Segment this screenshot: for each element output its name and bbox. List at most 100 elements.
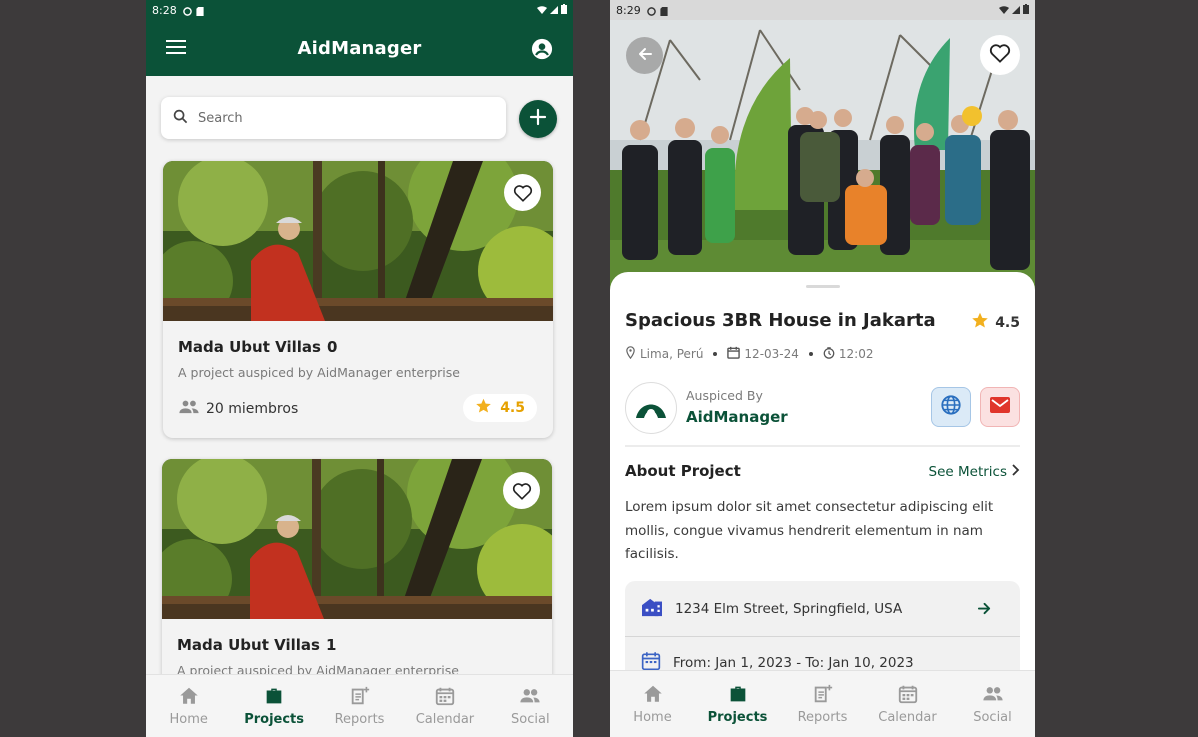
add-project-button[interactable] — [519, 100, 557, 138]
search-bar[interactable] — [161, 97, 506, 139]
sd-card-icon — [660, 6, 669, 16]
signal-icon — [550, 4, 558, 17]
rating-value: 4.5 — [995, 314, 1020, 331]
nav-home-label: Home — [169, 712, 208, 727]
calendar-icon — [435, 687, 455, 706]
projects-list-screen: 8:28 AidManager Search Mada Ubut Villas … — [146, 0, 573, 737]
report-icon — [351, 686, 369, 705]
about-title: About Project — [625, 462, 741, 480]
nav-home[interactable]: Home — [146, 675, 231, 737]
people-icon — [520, 689, 540, 703]
signal-icon — [1012, 4, 1020, 17]
bottom-navigation: Home Projects Reports Calendar Social — [146, 674, 573, 737]
sd-card-icon — [196, 6, 205, 16]
project-image — [163, 161, 553, 321]
nav-social[interactable]: Social — [488, 675, 573, 737]
status-bar: 8:28 — [146, 0, 573, 20]
buildings-icon — [641, 597, 675, 621]
bottom-navigation: Home Projects Reports Calendar Social — [610, 670, 1035, 737]
nav-projects[interactable]: Projects — [695, 671, 780, 737]
favorite-button[interactable] — [504, 174, 541, 211]
account-icon[interactable] — [531, 38, 553, 60]
status-time: 8:28 — [152, 3, 177, 17]
battery-icon — [1023, 3, 1029, 17]
nav-calendar[interactable]: Calendar — [865, 671, 950, 737]
see-metrics-link[interactable]: See Metrics — [929, 464, 1020, 480]
favorite-button[interactable] — [503, 472, 540, 509]
menu-icon[interactable] — [166, 40, 186, 55]
search-icon — [173, 109, 188, 128]
address-text: 1234 Elm Street, Springfield, USA — [675, 601, 903, 617]
project-hero-image — [610, 20, 1035, 290]
project-detail-screen: 8:29 Spacious 3BR House in Jakarta 4.5 L… — [610, 0, 1035, 737]
website-button[interactable] — [931, 387, 971, 427]
nav-social-label: Social — [511, 712, 550, 727]
app-title: AidManager — [297, 37, 422, 59]
card-index: 1 — [325, 636, 337, 654]
project-card[interactable]: Mada Ubut Villas 0 A project auspiced by … — [163, 161, 553, 438]
star-icon — [971, 312, 989, 333]
nav-projects-label: Projects — [244, 712, 305, 727]
status-time: 8:29 — [616, 3, 641, 17]
plus-icon — [529, 108, 547, 130]
nav-social[interactable]: Social — [950, 671, 1035, 737]
nav-home-label: Home — [633, 710, 672, 725]
nav-reports[interactable]: Reports — [317, 675, 402, 737]
project-location: Lima, Perú — [640, 347, 704, 361]
briefcase-icon — [730, 686, 745, 702]
nav-projects-label: Projects — [707, 710, 768, 725]
nav-home[interactable]: Home — [610, 671, 695, 737]
address-row[interactable]: 1234 Elm Street, Springfield, USA — [625, 583, 1020, 635]
people-icon — [178, 400, 206, 418]
sponsor-label: Auspiced By — [686, 388, 763, 403]
project-meta: Lima, Perú 12-03-24 12:02 — [625, 346, 873, 362]
home-icon — [643, 685, 662, 702]
rating-badge: 4.5 — [463, 394, 537, 422]
members-count: 20 miembros — [178, 400, 298, 418]
briefcase-icon — [266, 688, 282, 704]
card-title: Mada Ubut Villas 0 — [178, 338, 337, 356]
sheet-handle[interactable] — [806, 285, 840, 288]
wifi-icon — [999, 4, 1009, 17]
home-icon — [179, 687, 198, 704]
nav-reports-label: Reports — [334, 712, 385, 727]
arrow-right-icon — [977, 601, 1004, 620]
calendar-icon — [727, 346, 744, 362]
people-icon — [982, 687, 1003, 701]
back-button[interactable] — [626, 37, 663, 74]
clock-icon — [823, 346, 839, 362]
card-index: 0 — [326, 338, 338, 356]
status-bar: 8:29 — [610, 0, 1035, 20]
nav-projects[interactable]: Projects — [231, 675, 316, 737]
calendar-icon — [898, 685, 917, 704]
project-title: Spacious 3BR House in Jakarta — [625, 310, 936, 331]
details-sheet: Spacious 3BR House in Jakarta 4.5 Lima, … — [610, 272, 1035, 737]
card-title-text: Mada Ubut Villas — [178, 338, 321, 356]
nav-calendar[interactable]: Calendar — [402, 675, 487, 737]
project-time: 12:02 — [838, 347, 874, 361]
app-bar: AidManager — [146, 20, 573, 76]
settings-status-icon — [182, 6, 192, 16]
report-icon — [814, 684, 832, 703]
location-pin-icon — [625, 346, 640, 362]
nav-calendar-label: Calendar — [878, 710, 937, 725]
card-subtitle: A project auspiced by AidManager enterpr… — [178, 365, 460, 380]
chevron-right-icon — [1011, 464, 1020, 480]
search-input[interactable] — [198, 110, 478, 126]
mail-icon — [990, 397, 1010, 417]
email-button[interactable] — [980, 387, 1020, 427]
star-icon — [475, 398, 492, 418]
date-range-text: From: Jan 1, 2023 - To: Jan 10, 2023 — [673, 655, 914, 671]
globe-icon — [940, 394, 962, 420]
project-image — [162, 459, 552, 619]
card-title-text: Mada Ubut Villas — [177, 636, 320, 654]
rating-value: 4.5 — [500, 400, 525, 416]
favorite-button[interactable] — [980, 35, 1020, 75]
heart-icon — [512, 482, 532, 500]
arrow-left-icon — [637, 46, 653, 66]
nav-reports[interactable]: Reports — [780, 671, 865, 737]
members-label: 20 miembros — [206, 401, 299, 417]
battery-icon — [561, 3, 567, 17]
sponsor-name[interactable]: AidManager — [686, 408, 788, 426]
nav-social-label: Social — [973, 710, 1012, 725]
